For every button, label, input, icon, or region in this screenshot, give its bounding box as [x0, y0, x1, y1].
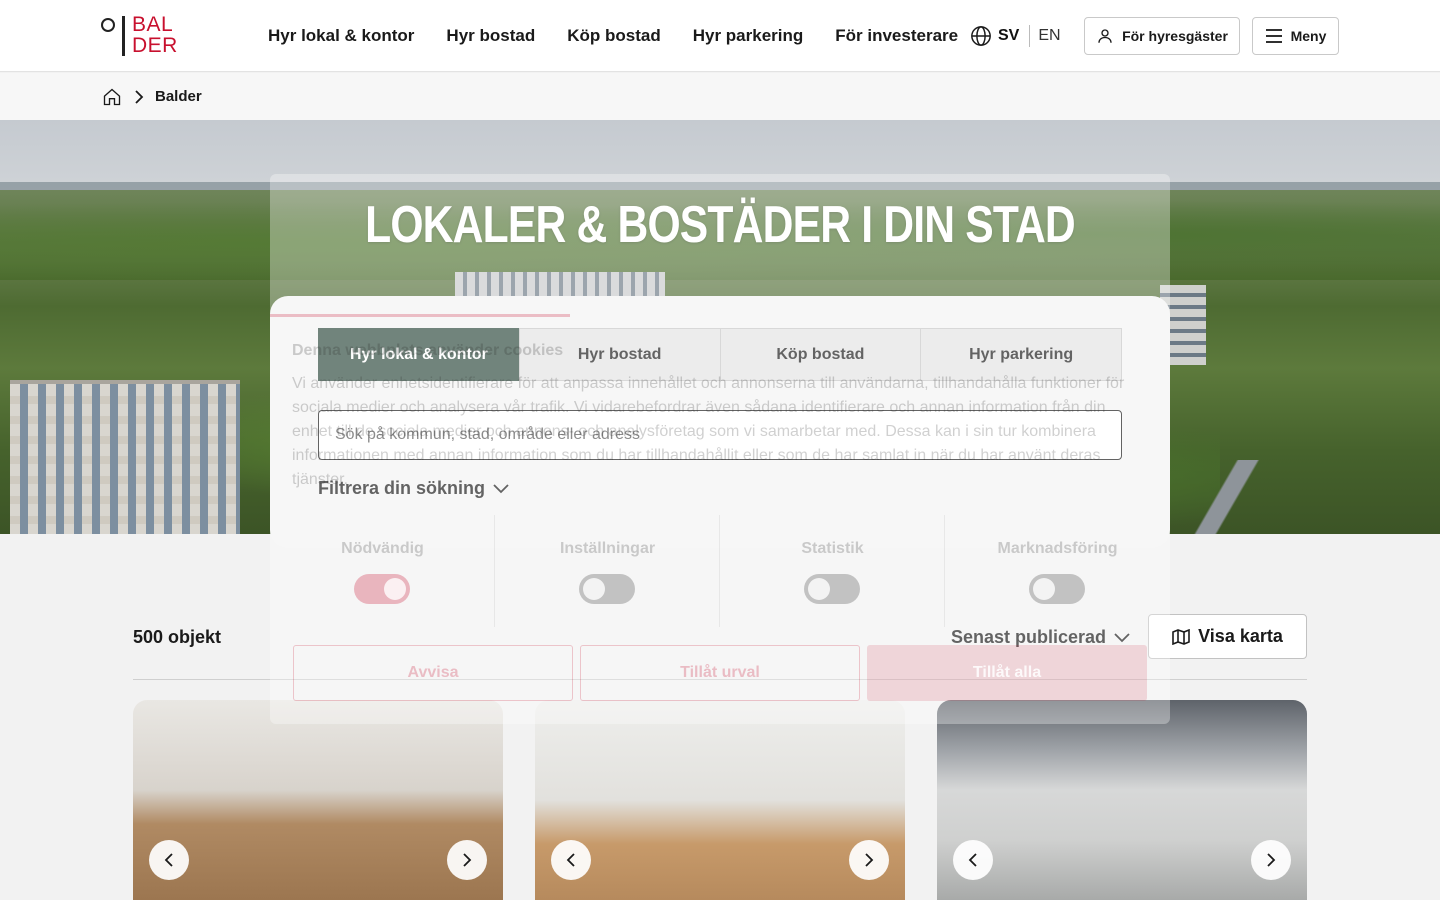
chevron-left-icon [566, 853, 575, 867]
lang-en[interactable]: EN [1038, 27, 1060, 45]
listing-card[interactable] [535, 700, 905, 900]
listing-card[interactable] [133, 700, 503, 900]
hero-apartment-block [10, 380, 240, 534]
chevron-right-icon [865, 853, 874, 867]
next-image-button[interactable] [849, 840, 889, 880]
site-header: BAL DER Hyr lokal & kontor Hyr bostad Kö… [0, 0, 1440, 72]
lang-separator [1029, 25, 1031, 47]
prev-image-button[interactable] [149, 840, 189, 880]
breadcrumb: Balder [0, 73, 1440, 120]
toggle-statistics[interactable] [804, 574, 860, 604]
nav-hyr-lokal[interactable]: Hyr lokal & kontor [268, 26, 414, 46]
chevron-right-icon [1267, 853, 1276, 867]
cookie-category-necessary: Nödvändig [341, 540, 424, 557]
balder-logo[interactable]: BAL DER [101, 14, 183, 58]
chevron-left-icon [968, 853, 977, 867]
toggle-necessary[interactable] [354, 574, 410, 604]
for-tenants-label: För hyresgäster [1122, 28, 1228, 44]
logo-wordmark: BAL DER [132, 14, 178, 56]
menu-button[interactable]: Meny [1252, 17, 1339, 55]
cookie-category-preferences: Inställningar [559, 540, 656, 557]
logo-word-line1: BAL [132, 13, 174, 36]
next-image-button[interactable] [447, 840, 487, 880]
logo-ring [101, 18, 115, 32]
show-map-button[interactable]: Visa karta [1148, 614, 1307, 659]
cookie-reject-button[interactable]: Avvisa [293, 645, 573, 701]
chevron-left-icon [164, 853, 173, 867]
logo-word-line2: DER [132, 34, 178, 57]
main-nav: Hyr lokal & kontor Hyr bostad Köp bostad… [268, 0, 958, 72]
user-icon [1098, 29, 1112, 43]
prev-image-button[interactable] [953, 840, 993, 880]
prev-image-button[interactable] [551, 840, 591, 880]
language-switcher: SV EN [970, 24, 1061, 48]
menu-label: Meny [1290, 28, 1327, 44]
cookie-progress-bar [270, 314, 570, 317]
chevron-right-icon [135, 90, 144, 104]
cookie-category-divider [944, 515, 945, 627]
toggle-knob [808, 578, 830, 600]
result-count: 500 objekt [133, 627, 222, 647]
toggle-marketing[interactable] [1029, 574, 1085, 604]
for-tenants-button[interactable]: För hyresgäster [1084, 17, 1240, 55]
nav-for-investerare[interactable]: För investerare [835, 26, 958, 46]
show-map-label: Visa karta [1198, 626, 1283, 646]
toggle-preferences[interactable] [579, 574, 635, 604]
nav-kop-bostad[interactable]: Köp bostad [567, 26, 661, 46]
hero-railway [1190, 460, 1260, 534]
toggle-knob [1033, 578, 1055, 600]
globe-icon [971, 26, 991, 46]
cookie-allow-selection-button[interactable]: Tillåt urval [580, 645, 860, 701]
next-image-button[interactable] [1251, 840, 1291, 880]
toggle-knob [583, 578, 605, 600]
hamburger-icon [1265, 29, 1282, 43]
logo-bar [122, 16, 125, 56]
cookie-allow-all-button[interactable]: Tillåt alla [867, 645, 1147, 701]
home-icon[interactable] [102, 87, 122, 107]
cookie-title: Denna webbplats använder cookies [292, 342, 564, 359]
nav-hyr-parkering[interactable]: Hyr parkering [693, 26, 804, 46]
breadcrumb-current: Balder [155, 88, 202, 105]
lang-sv[interactable]: SV [998, 27, 1019, 45]
cookie-category-statistics: Statistik [801, 540, 864, 557]
cookie-category-marketing: Marknadsföring [997, 540, 1118, 557]
listing-card[interactable] [937, 700, 1307, 900]
map-icon [1172, 628, 1190, 645]
cookie-category-divider [719, 515, 720, 627]
cookie-category-divider [494, 515, 495, 627]
chevron-right-icon [463, 853, 472, 867]
nav-hyr-bostad[interactable]: Hyr bostad [446, 26, 535, 46]
cookie-text: Vi använder enhetsidentifierare för att … [292, 375, 1125, 488]
toggle-knob [384, 578, 406, 600]
